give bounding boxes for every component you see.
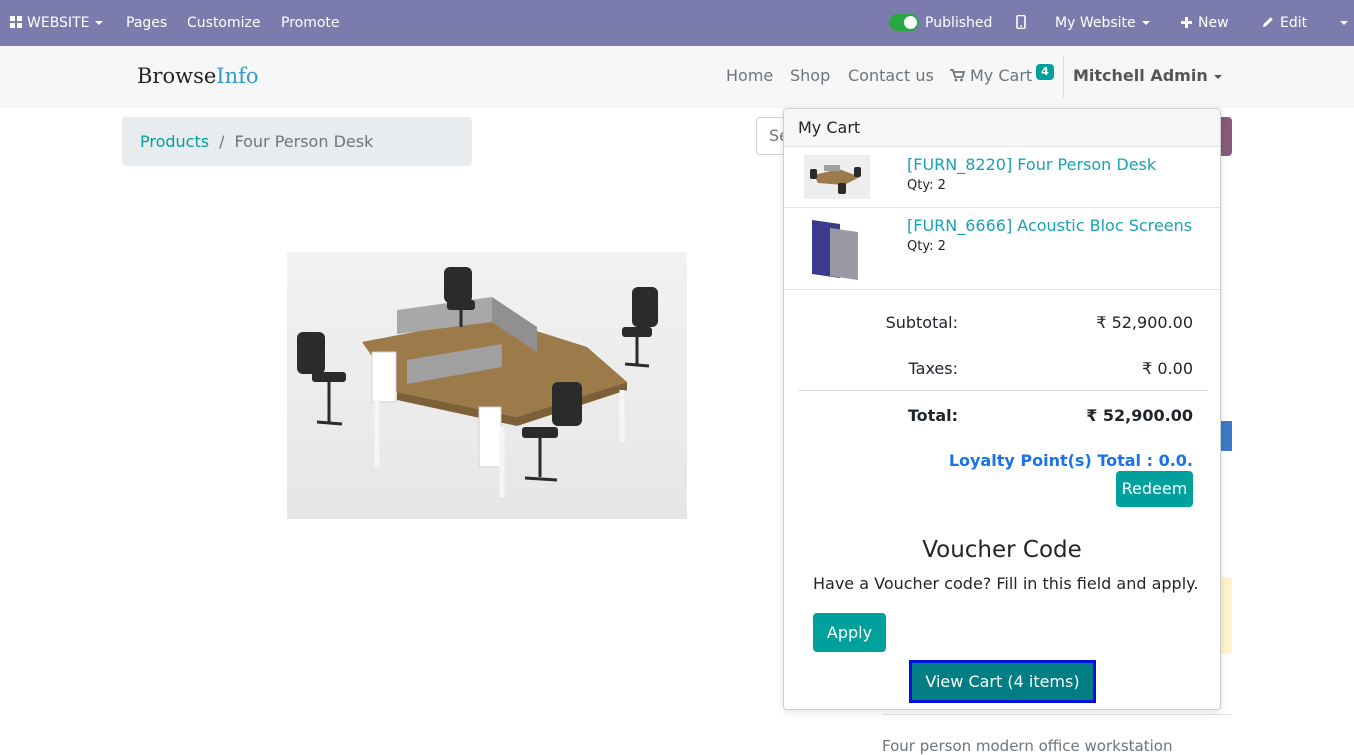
website-menu-dropdown[interactable]: WEBSITE: [10, 0, 104, 46]
breadcrumb-separator: /: [219, 132, 225, 151]
shopping-cart-icon: [950, 69, 966, 82]
website-menu-label: WEBSITE: [27, 15, 90, 31]
apps-grid-icon: [10, 16, 22, 28]
product-thumbnail[interactable]: [804, 216, 870, 280]
view-cart-button[interactable]: View Cart (4 items): [909, 660, 1096, 703]
breadcrumb-products-link[interactable]: Products: [140, 132, 209, 151]
more-options-dropdown[interactable]: [1334, 0, 1348, 46]
nav-home[interactable]: Home: [726, 66, 773, 85]
chevron-down-icon: [1213, 74, 1222, 79]
promote-menu[interactable]: Promote: [281, 0, 340, 46]
mobile-phone-icon: [1016, 14, 1026, 30]
user-menu-dropdown[interactable]: Mitchell Admin: [1073, 66, 1222, 85]
new-label: New: [1198, 15, 1229, 31]
taxes-label: Taxes:: [908, 359, 958, 378]
pencil-icon: [1263, 17, 1273, 27]
cart-line-item: [FURN_8220] Four Person Desk Qty: 2: [784, 147, 1220, 208]
nav-contact-us[interactable]: Contact us: [848, 66, 934, 85]
divider: [882, 714, 1232, 715]
customize-menu[interactable]: Customize: [187, 0, 261, 46]
cart-popover: My Cart [FURN_8220] Four Person Desk Qty…: [783, 108, 1221, 710]
cart-line-product-link[interactable]: [FURN_6666] Acoustic Bloc Screens: [907, 216, 1192, 235]
chevron-down-icon: [1340, 21, 1348, 25]
redeem-button[interactable]: Redeem: [1116, 471, 1193, 507]
cart-line-item: [FURN_6666] Acoustic Bloc Screens Qty: 2: [784, 208, 1220, 290]
total-value: ₹ 52,900.00: [1086, 406, 1193, 425]
website-selector-dropdown[interactable]: My Website: [1055, 0, 1150, 46]
cart-line-product-link[interactable]: [FURN_8220] Four Person Desk: [907, 155, 1156, 174]
cart-count-badge: 4: [1036, 64, 1054, 80]
publish-status-label[interactable]: Published: [925, 0, 992, 46]
breadcrumb: Products / Four Person Desk: [122, 117, 472, 166]
product-description: Four person modern office workstation: [882, 737, 1173, 755]
product-image[interactable]: [287, 252, 687, 519]
product-thumbnail[interactable]: [804, 155, 870, 199]
mobile-preview-button[interactable]: [1016, 0, 1026, 46]
logo-text-browse: Browse: [137, 64, 217, 88]
plus-icon: [1181, 17, 1192, 28]
subtotal-label: Subtotal:: [885, 313, 958, 332]
website-selector-label: My Website: [1055, 15, 1136, 31]
user-name: Mitchell Admin: [1073, 66, 1208, 85]
apply-voucher-button[interactable]: Apply: [813, 613, 886, 652]
loyalty-points-total: Loyalty Point(s) Total : 0.0.: [948, 451, 1193, 470]
publish-toggle[interactable]: [889, 14, 919, 31]
subtotal-value: ₹ 52,900.00: [1096, 313, 1193, 332]
nav-shop[interactable]: Shop: [790, 66, 830, 85]
nav-my-cart[interactable]: My Cart: [950, 66, 1032, 85]
voucher-code-heading: Voucher Code: [922, 537, 1082, 563]
total-label: Total:: [907, 406, 958, 425]
edit-label: Edit: [1280, 15, 1308, 31]
cart-line-qty: Qty: 2: [907, 239, 946, 254]
cart-line-qty: Qty: 2: [907, 178, 946, 193]
website-admin-bar: WEBSITE Pages Customize Promote Publishe…: [0, 0, 1354, 46]
voucher-code-help-text: Have a Voucher code? Fill in this field …: [813, 574, 1199, 593]
cart-popover-title: My Cart: [784, 109, 1220, 147]
chevron-down-icon: [1141, 21, 1150, 25]
chevron-down-icon: [95, 21, 104, 25]
edit-button[interactable]: Edit: [1262, 0, 1307, 46]
logo-text-info: Info: [216, 64, 259, 88]
totals-divider: [798, 390, 1208, 391]
nav-divider: [1063, 56, 1064, 98]
desk-illustration: [297, 267, 658, 497]
my-cart-label: My Cart: [970, 66, 1033, 85]
site-logo[interactable]: BrowseInfo: [137, 64, 259, 88]
taxes-value: ₹ 0.00: [1142, 359, 1193, 378]
new-button[interactable]: New: [1181, 0, 1229, 46]
pages-menu[interactable]: Pages: [126, 0, 167, 46]
breadcrumb-current: Four Person Desk: [234, 132, 374, 151]
toggle-knob: [904, 16, 917, 29]
